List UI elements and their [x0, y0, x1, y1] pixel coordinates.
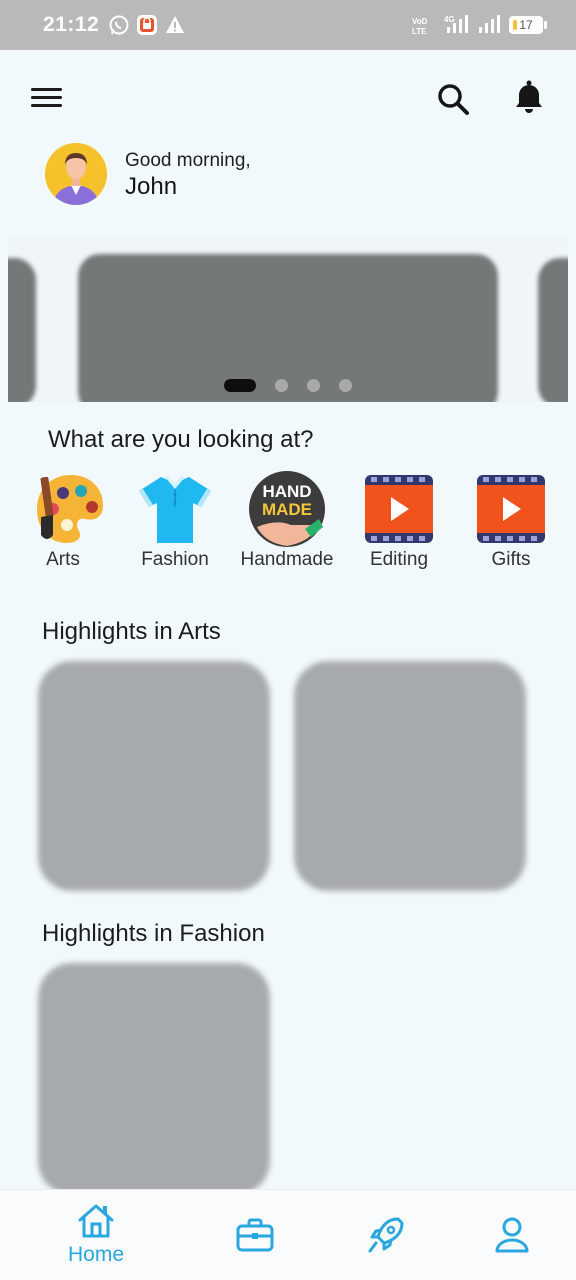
category-label: Editing [369, 549, 429, 570]
nav-jobs[interactable] [205, 1190, 305, 1280]
carousel-dot[interactable] [307, 379, 320, 392]
status-time: 21:12 [43, 13, 100, 36]
nav-home-label: Home [67, 1243, 125, 1266]
rocket-icon [368, 1217, 404, 1253]
category-handmade[interactable]: HAND MADE Handmade [232, 471, 342, 571]
bottom-navigation: Home [0, 1189, 576, 1280]
warning-icon [166, 16, 184, 33]
battery-icon: 17 [509, 16, 543, 34]
carousel-slide-previous[interactable] [8, 258, 36, 402]
video-play-icon [365, 475, 433, 543]
battery-level: 17 [519, 18, 533, 32]
avatar-person-icon [45, 143, 107, 205]
highlights-fashion-title: Highlights in Fashion [42, 920, 265, 947]
user-name: John [125, 173, 178, 200]
handmade-badge-icon: HAND MADE [249, 471, 325, 547]
carousel-dot-active[interactable] [224, 379, 256, 392]
handmade-badge-line1: HAND [262, 482, 311, 501]
battery-tip [544, 21, 547, 29]
categories-title: What are you looking at? [48, 426, 314, 453]
avatar[interactable] [45, 143, 107, 205]
nav-profile[interactable] [462, 1190, 562, 1280]
hamburger-menu-icon-line [31, 104, 62, 107]
highlight-card[interactable] [38, 963, 270, 1195]
highlight-card[interactable] [38, 661, 270, 891]
category-label: Handmade [240, 549, 334, 570]
bell-icon[interactable] [510, 78, 548, 116]
category-label: Gifts [491, 549, 531, 570]
carousel-dot[interactable] [339, 379, 352, 392]
category-fashion[interactable]: Fashion [120, 473, 230, 571]
category-arts[interactable]: Arts [8, 473, 118, 571]
banner-carousel[interactable] [8, 238, 568, 402]
svg-text:4G: 4G [444, 15, 455, 24]
signal-icon [479, 15, 500, 33]
profile-icon [495, 1217, 529, 1253]
search-icon[interactable] [434, 80, 472, 118]
video-play-icon [477, 475, 545, 543]
hamburger-menu-icon-line [31, 96, 62, 99]
home-icon [78, 1204, 114, 1238]
status-bar: 21:12 VoD LTE 4G 17 [0, 0, 576, 50]
svg-text:LTE: LTE [412, 27, 427, 36]
nav-home[interactable]: Home [46, 1190, 146, 1280]
nav-boost[interactable] [334, 1190, 434, 1280]
menu-button[interactable] [28, 82, 66, 112]
whatsapp-icon [109, 15, 129, 35]
category-label: Fashion [141, 549, 209, 570]
carousel-slide-current[interactable] [78, 254, 498, 402]
signal-4g-icon: 4G [444, 15, 468, 33]
briefcase-icon [236, 1218, 274, 1252]
category-label: Arts [46, 549, 80, 570]
greeting-text: Good morning, [125, 150, 251, 171]
category-editing[interactable]: Editing [344, 473, 454, 571]
svg-text:VoD: VoD [412, 17, 428, 26]
highlights-arts-title: Highlights in Arts [42, 618, 221, 645]
highlight-card[interactable] [294, 661, 526, 891]
shopping-app-icon [137, 15, 157, 35]
category-gifts[interactable]: Gifts [456, 473, 566, 571]
tshirt-icon [139, 476, 211, 543]
handmade-badge-line2: MADE [262, 500, 312, 519]
volte-icon: VoD LTE [412, 17, 428, 36]
palette-icon [37, 475, 103, 543]
hamburger-menu-icon [31, 88, 62, 91]
carousel-dot[interactable] [275, 379, 288, 392]
carousel-slide-next[interactable] [538, 258, 568, 402]
